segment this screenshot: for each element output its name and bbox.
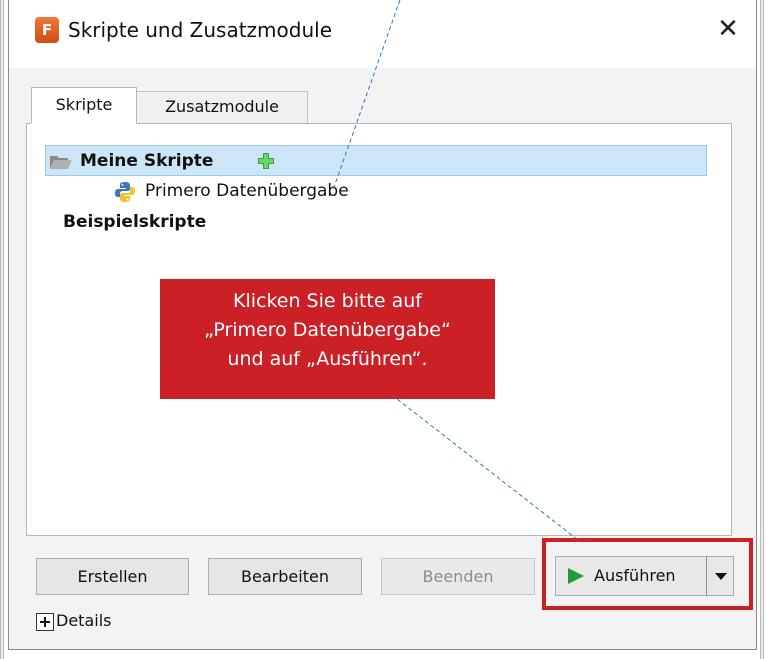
callout-line-1: Klicken Sie bitte auf — [233, 290, 422, 312]
tab-zusatzmodule[interactable]: Zusatzmodule — [136, 91, 308, 124]
run-dropdown-button[interactable] — [706, 556, 734, 596]
window-frame-left — [0, 0, 4, 659]
tab-skripte[interactable]: Skripte — [31, 87, 137, 124]
tree-item-label: Meine Skripte — [80, 151, 214, 171]
app-icon: F — [35, 17, 59, 43]
window-frame-right — [760, 0, 764, 659]
instruction-callout: Klicken Sie bitte auf „Primero Datenüber… — [160, 279, 495, 399]
python-icon — [115, 182, 135, 202]
window-title: Skripte und Zusatzmodule — [68, 18, 333, 42]
callout-line-3: und auf „Ausführen“. — [227, 348, 428, 370]
tree-item-beispielskripte[interactable]: Beispielskripte — [45, 207, 707, 238]
run-button-label: Ausführen — [594, 566, 676, 585]
tree-item-label: Beispielskripte — [63, 212, 207, 232]
close-icon[interactable]: ✕ — [713, 14, 743, 44]
chevron-down-icon — [715, 573, 727, 580]
title-bar: F Skripte und Zusatzmodule ✕ — [9, 0, 756, 68]
tree-item-label: Primero Datenübergabe — [145, 181, 349, 201]
details-label[interactable]: Details — [56, 611, 111, 630]
add-script-icon[interactable] — [257, 152, 275, 170]
play-icon — [568, 568, 584, 584]
callout-line-2: „Primero Datenübergabe“ — [204, 319, 451, 341]
tree-item-primero-datenuebergabe[interactable]: Primero Datenübergabe — [45, 176, 707, 207]
edit-button[interactable]: Bearbeiten — [208, 558, 362, 595]
create-button[interactable]: Erstellen — [36, 558, 189, 595]
stop-button[interactable]: Beenden — [381, 558, 535, 595]
expand-details-icon[interactable] — [36, 613, 54, 631]
folder-open-icon — [50, 156, 72, 169]
run-button[interactable]: Ausführen — [555, 556, 707, 596]
tree-item-meine-skripte[interactable]: Meine Skripte — [45, 145, 707, 176]
